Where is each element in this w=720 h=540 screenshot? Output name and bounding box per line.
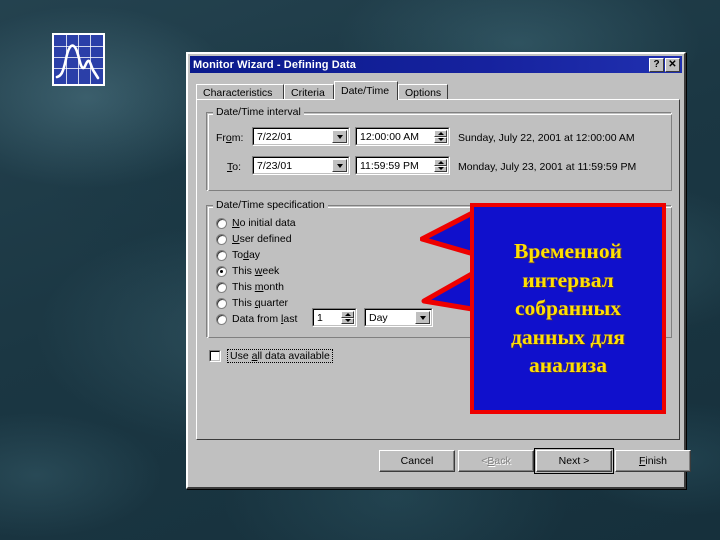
radio-indicator xyxy=(216,217,227,229)
radio-indicator xyxy=(216,281,227,293)
radio-indicator xyxy=(216,249,227,261)
radio-this-quarter[interactable]: This quarter xyxy=(216,296,288,310)
finish-button[interactable]: Finish xyxy=(615,450,691,472)
to-summary-text: Monday, July 23, 2001 at 11:59:59 PM xyxy=(458,161,637,173)
radio-today[interactable]: Today xyxy=(216,248,260,262)
from-label: From: xyxy=(216,132,244,144)
radio-indicator xyxy=(216,233,227,245)
radio-indicator xyxy=(216,297,227,309)
chart-monitor-icon[interactable] xyxy=(52,33,105,86)
chevron-down-icon[interactable] xyxy=(332,159,347,172)
radio-data-from-last[interactable]: Data from last xyxy=(216,312,297,326)
back-button: < Back xyxy=(458,450,534,472)
callout-annotation: Временной интервал собранных данных для … xyxy=(470,203,666,414)
from-time-spin-buttons[interactable] xyxy=(434,130,447,143)
callout-line-4: данных для xyxy=(511,324,625,349)
radio-label: This month xyxy=(232,281,284,293)
radio-this-week[interactable]: This week xyxy=(216,264,279,278)
to-time-spin-buttons[interactable] xyxy=(434,159,447,172)
callout-line-5: анализа xyxy=(529,353,607,378)
to-time-value: 11:59:59 PM xyxy=(360,159,419,172)
spin-down-icon[interactable] xyxy=(434,136,447,143)
checkbox-indicator xyxy=(209,350,221,362)
tabstrip: Characteristics Criteria Date/Time Optio… xyxy=(196,81,680,100)
last-count-spin-buttons[interactable] xyxy=(341,311,354,324)
radio-label: This week xyxy=(232,265,280,277)
tab-date-time[interactable]: Date/Time xyxy=(334,81,398,100)
radio-label: Today xyxy=(232,249,261,261)
callout-line-3: собранных xyxy=(514,296,622,321)
from-summary-text: Sunday, July 22, 2001 at 12:00:00 AM xyxy=(458,132,635,144)
last-count-spinner[interactable]: 1 xyxy=(312,308,357,327)
radio-label: No initial data xyxy=(232,217,296,229)
cancel-button[interactable]: Cancel xyxy=(379,450,455,472)
spin-down-icon[interactable] xyxy=(341,317,354,324)
help-button[interactable]: ? xyxy=(649,57,664,72)
spin-down-icon[interactable] xyxy=(434,165,447,172)
radio-no-initial-data[interactable]: No initial data xyxy=(216,216,296,230)
radio-user-defined[interactable]: User defined xyxy=(216,232,292,246)
close-button[interactable]: ✕ xyxy=(665,57,680,72)
dialog-title: Monitor Wizard - Defining Data xyxy=(193,58,357,71)
callout-line-2: интервал xyxy=(522,267,614,292)
from-time-spinner[interactable]: 12:00:00 AM xyxy=(355,127,450,146)
use-all-data-label: Use all data available xyxy=(227,349,333,363)
tab-options[interactable]: Options xyxy=(398,84,448,100)
dialog-titlebar[interactable]: Monitor Wizard - Defining Data ? ✕ xyxy=(190,56,682,73)
group-title-interval: Date/Time interval xyxy=(213,106,304,118)
callout-line-1: Временной xyxy=(514,239,622,264)
radio-this-month[interactable]: This month xyxy=(216,280,284,294)
to-date-value: 7/23/01 xyxy=(257,159,293,172)
group-title-specification: Date/Time specification xyxy=(213,199,328,211)
to-label: To: xyxy=(227,161,242,173)
group-frame xyxy=(206,112,672,191)
from-date-value: 7/22/01 xyxy=(257,130,293,143)
tab-characteristics[interactable]: Characteristics xyxy=(196,84,284,100)
icon-waveform xyxy=(55,44,100,80)
use-all-data-checkbox[interactable]: Use all data available xyxy=(209,349,333,363)
radio-label: User defined xyxy=(232,233,292,245)
to-date-combo[interactable]: 7/23/01 xyxy=(252,156,350,175)
last-count-value: 1 xyxy=(317,311,323,324)
radio-indicator xyxy=(216,313,227,325)
radio-label: Data from last xyxy=(232,313,298,325)
tab-criteria[interactable]: Criteria xyxy=(284,84,334,100)
radio-label: This quarter xyxy=(232,297,289,309)
next-button[interactable]: Next > xyxy=(534,448,614,474)
last-unit-value: Day xyxy=(369,311,388,324)
from-date-combo[interactable]: 7/22/01 xyxy=(252,127,350,146)
from-time-value: 12:00:00 AM xyxy=(360,130,419,143)
chevron-down-icon[interactable] xyxy=(332,130,347,143)
date-time-interval-group: Date/Time interval From: 7/22/01 12:00:0… xyxy=(206,106,672,191)
to-time-spinner[interactable]: 11:59:59 PM xyxy=(355,156,450,175)
radio-indicator xyxy=(216,265,227,277)
